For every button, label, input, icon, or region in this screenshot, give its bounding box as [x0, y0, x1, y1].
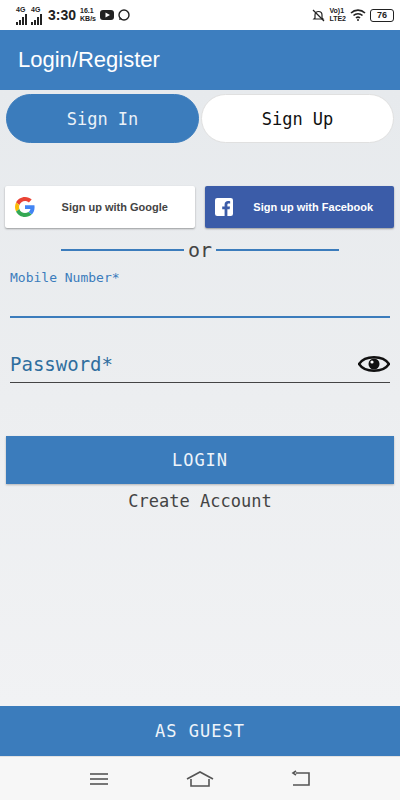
screen: 4G 4G 3:30 16.1KB/s Vo)1LTE2 76 Login/Re…	[0, 0, 400, 800]
password-field[interactable]: Password*	[10, 346, 390, 383]
eye-icon[interactable]	[358, 354, 390, 374]
tab-bar: Sign InSign Up	[6, 94, 394, 143]
whatsapp-icon	[118, 9, 130, 21]
google-icon	[15, 197, 35, 217]
navigation-bar	[0, 756, 400, 800]
create-account-link[interactable]: Create Account	[124, 490, 275, 512]
mobile-number-field[interactable]: Mobile Number*	[10, 270, 390, 318]
network-indicator: 4G	[31, 6, 42, 25]
wifi-icon	[350, 9, 366, 21]
facebook-button[interactable]: Sign up with Facebook	[205, 186, 395, 228]
back-icon[interactable]	[290, 770, 312, 788]
tab[interactable]: Sign In	[6, 94, 199, 143]
facebook-icon	[215, 198, 233, 216]
network-speed: 16.1KB/s	[80, 7, 96, 23]
google-button[interactable]: Sign up with Google	[5, 186, 195, 228]
signal-icon	[31, 14, 42, 25]
youtube-icon	[100, 10, 114, 20]
mute-icon	[312, 9, 325, 22]
carrier-indicator: Vo)1LTE2	[329, 7, 346, 23]
login-form: Sign InSign Up Sign up with Google Sign …	[0, 90, 400, 706]
status-bar: 4G 4G 3:30 16.1KB/s Vo)1LTE2 76	[0, 0, 400, 30]
app-bar: Login/Register	[0, 30, 400, 90]
home-icon[interactable]	[185, 770, 215, 788]
or-divider: or	[61, 238, 339, 262]
network-indicator: 4G	[16, 6, 27, 25]
guest-button[interactable]: AS GUEST	[0, 706, 400, 756]
signal-icon	[16, 14, 27, 25]
menu-icon[interactable]	[88, 771, 110, 787]
login-button[interactable]: LOGIN	[6, 436, 394, 484]
social-buttons: Sign up with Google Sign up with Faceboo…	[0, 186, 400, 228]
tab[interactable]: Sign Up	[201, 94, 394, 143]
app-title: Login/Register	[18, 47, 160, 73]
clock: 3:30	[48, 7, 76, 23]
battery-indicator: 76	[370, 9, 394, 22]
